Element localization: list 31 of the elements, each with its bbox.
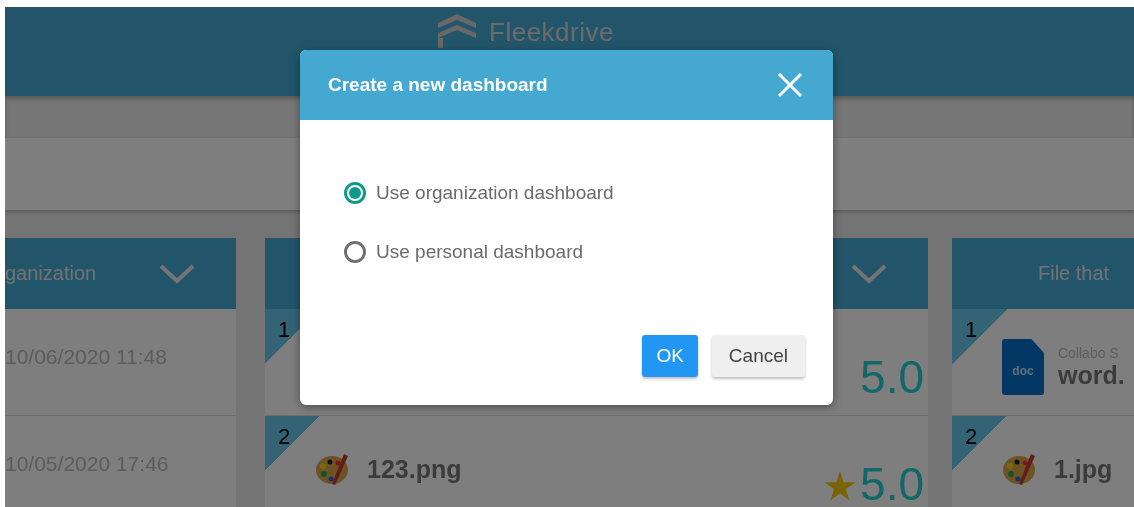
logo-text: Fleekdrive [489, 17, 614, 48]
doc-label: doc [1012, 364, 1034, 378]
rank-number: 2 [965, 424, 978, 450]
option-label: Use organization dashboard [376, 182, 614, 204]
file-name: 1.jpg [1054, 454, 1113, 484]
radio-option[interactable]: Use personal dashboard [344, 241, 833, 263]
option-label: Use personal dashboard [376, 241, 584, 263]
palette-icon [1002, 452, 1038, 486]
file-name: 123.png [367, 454, 462, 484]
radio-option[interactable]: Use organization dashboard [344, 182, 833, 204]
rank-number: 2 [278, 424, 291, 450]
star-icon: ★ [822, 463, 859, 507]
close-button[interactable] [777, 72, 803, 98]
file-name: word. [1058, 360, 1125, 390]
close-icon [777, 72, 803, 98]
rating-score: 5.0 [860, 350, 924, 404]
dialog-title: Create a new dashboard [328, 74, 548, 96]
list-row[interactable]: 2 123.png ★5.0 [265, 416, 928, 507]
radio-button[interactable] [344, 241, 366, 263]
radio-button[interactable] [344, 182, 366, 204]
rating-score: 5.0 [860, 457, 924, 507]
rank-number: 1 [278, 317, 291, 343]
palette-icon [315, 452, 351, 486]
cancel-button[interactable]: Cancel [711, 335, 805, 377]
panel-title: ganization [5, 262, 97, 285]
rank-number: 1 [965, 317, 978, 343]
panel-title: File that [1038, 262, 1110, 285]
chevron-down-icon[interactable] [158, 262, 196, 285]
chevron-down-icon[interactable] [850, 262, 888, 285]
ok-button[interactable]: OK [642, 335, 698, 377]
list-row[interactable]: 2 1.jpg [952, 416, 1134, 507]
